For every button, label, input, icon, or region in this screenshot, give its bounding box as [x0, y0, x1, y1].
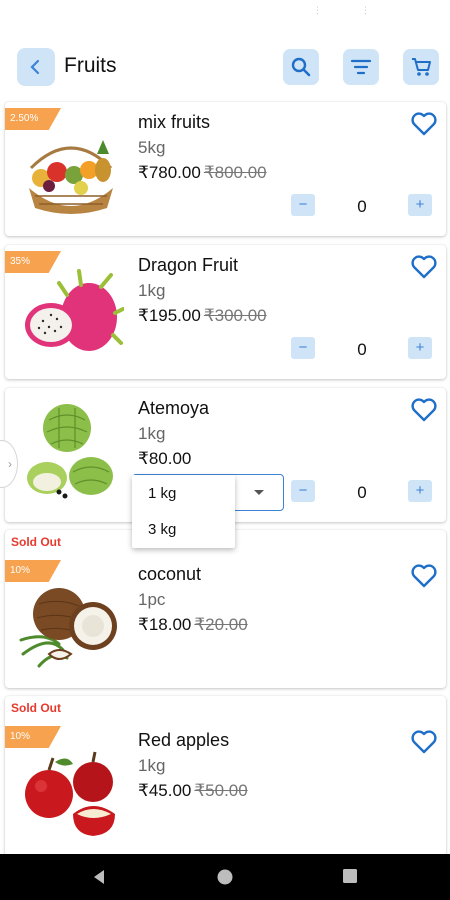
status-indicator-icon: ⋮ — [361, 5, 370, 15]
quantity-value: 0 — [357, 197, 367, 216]
dropdown-option[interactable]: 3 kg — [148, 521, 176, 538]
atemoya-icon — [27, 404, 113, 499]
status-indicator-icon: ⋮ — [313, 5, 322, 15]
selling-price: ₹780.00 — [138, 163, 201, 182]
product-price: ₹780.00 ₹800.00 — [138, 163, 267, 183]
search-button[interactable] — [283, 49, 319, 85]
product-price: ₹45.00 ₹50.00 — [138, 781, 248, 801]
product-price: ₹80.00 — [138, 449, 191, 469]
apple-icon — [25, 751, 115, 836]
cart-button[interactable] — [403, 49, 439, 85]
selling-price: ₹80.00 — [138, 449, 192, 468]
heart-icon[interactable] — [410, 397, 438, 423]
original-price: ₹300.00 — [203, 306, 267, 325]
product-price: ₹195.00 ₹300.00 — [138, 306, 267, 326]
fruit-basket-icon — [29, 140, 113, 214]
unit-dropdown-menu: 1 kg 3 kg — [132, 475, 235, 548]
product-name: Dragon Fruit — [138, 255, 239, 275]
page-title: Fruits — [64, 54, 117, 77]
decrease-quantity-button[interactable]: − — [291, 337, 315, 359]
search-icon — [291, 57, 311, 77]
chevron-left-icon — [30, 59, 40, 75]
product-name: Red apples — [138, 730, 230, 750]
cart-icon — [412, 58, 431, 76]
product-unit: 1kg — [138, 756, 166, 775]
heart-icon[interactable] — [410, 111, 438, 137]
product-unit: 1kg — [138, 281, 166, 300]
sold-out-label: Sold Out — [11, 535, 61, 549]
back-button[interactable] — [17, 48, 55, 86]
product-unit: 1kg — [138, 424, 166, 443]
heart-icon[interactable] — [410, 254, 438, 280]
product-name: Atemoya — [138, 398, 210, 418]
product-name: coconut — [138, 564, 202, 584]
product-card[interactable]: Sold Out 10% Red apples 1kg ₹45.00 ₹50.00 — [5, 696, 446, 856]
product-unit: 1pc — [138, 590, 166, 609]
dragon-fruit-icon — [25, 269, 124, 351]
increase-quantity-button[interactable]: + — [408, 480, 432, 502]
selling-price: ₹45.00 — [138, 781, 192, 800]
nav-home-icon[interactable] — [216, 868, 234, 886]
product-unit: 5kg — [138, 138, 166, 157]
dropdown-option[interactable]: 1 kg — [148, 485, 176, 502]
sold-out-label: Sold Out — [11, 701, 61, 715]
quantity-value: 0 — [357, 483, 367, 502]
quantity-value: 0 — [357, 340, 367, 359]
decrease-quantity-button[interactable]: − — [291, 480, 315, 502]
increase-quantity-button[interactable]: + — [408, 337, 432, 359]
selling-price: ₹195.00 — [138, 306, 201, 325]
product-card[interactable]: 2.50% mix fruits 5kg ₹780.00 ₹800.00 − 0 … — [5, 102, 446, 236]
selling-price: ₹18.00 — [138, 615, 192, 634]
status-bar: ⋮ ⋮ — [0, 0, 450, 30]
product-card[interactable]: Sold Out 10% coconut 1pc ₹18.00 ₹20.00 — [5, 530, 446, 688]
product-name: mix fruits — [138, 112, 210, 132]
filter-icon — [350, 59, 372, 75]
product-card[interactable]: 35% Dragon Fruit 1kg ₹195.00 ₹300.00 − 0 … — [5, 245, 446, 379]
increase-quantity-button[interactable]: + — [408, 194, 432, 216]
original-price: ₹50.00 — [194, 781, 248, 800]
product-price: ₹18.00 ₹20.00 — [138, 615, 248, 635]
caret-down-icon — [254, 490, 264, 495]
heart-icon[interactable] — [410, 729, 438, 755]
nav-recents-icon[interactable] — [342, 868, 358, 884]
nav-back-icon[interactable] — [90, 868, 108, 886]
coconut-icon — [19, 588, 117, 668]
heart-icon[interactable] — [410, 563, 438, 589]
decrease-quantity-button[interactable]: − — [291, 194, 315, 216]
app-header: Fruits — [0, 40, 450, 96]
original-price: ₹20.00 — [194, 615, 248, 634]
system-nav-bar — [0, 854, 450, 900]
filter-button[interactable] — [343, 49, 379, 85]
original-price: ₹800.00 — [203, 163, 267, 182]
chevron-right-icon: › — [8, 457, 12, 471]
